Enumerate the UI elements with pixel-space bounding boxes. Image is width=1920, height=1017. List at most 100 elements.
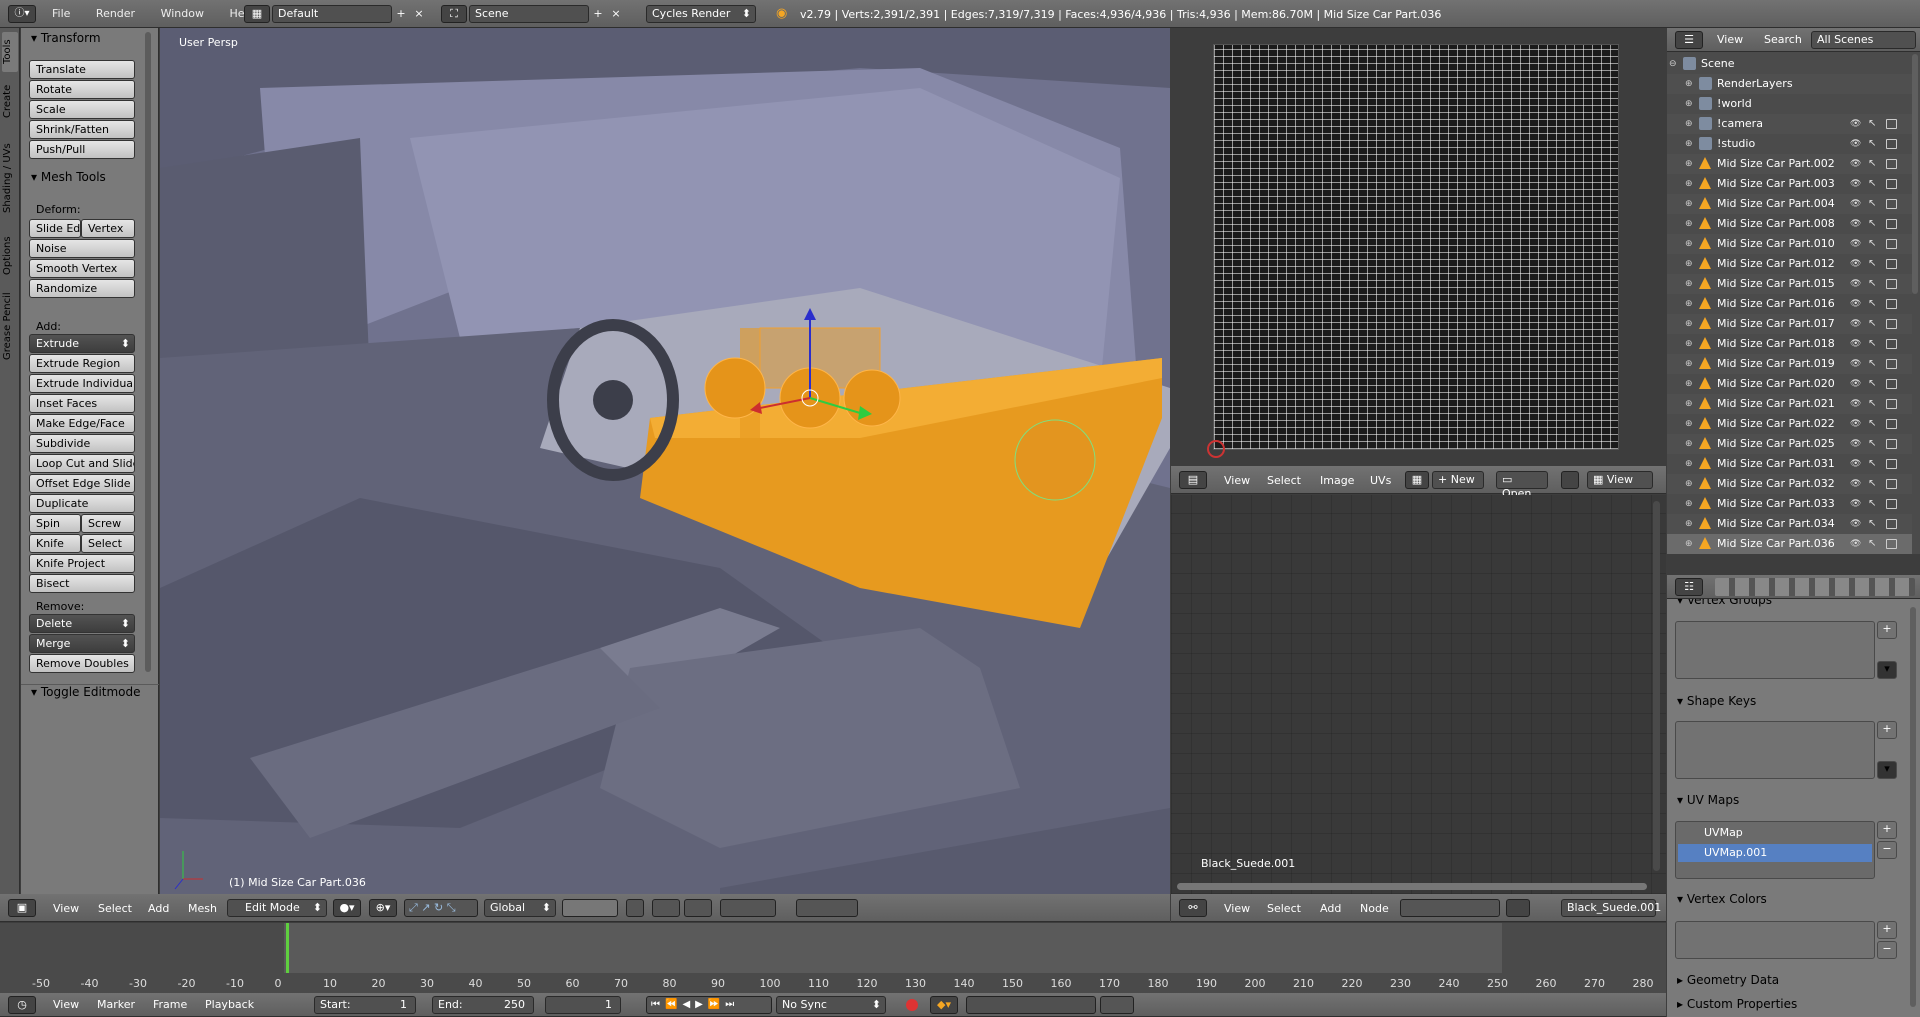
- renderability-camera-icon[interactable]: [1886, 359, 1897, 369]
- keying-set-icon[interactable]: ◆▾: [930, 996, 958, 1014]
- expand-icon[interactable]: ⊕: [1685, 334, 1693, 354]
- expand-icon[interactable]: ⊕: [1685, 434, 1693, 454]
- selectability-cursor-icon[interactable]: ↖: [1868, 234, 1876, 254]
- menu-render[interactable]: Render: [96, 7, 135, 20]
- expand-icon[interactable]: ⊖: [1669, 54, 1677, 74]
- select-mode-icons[interactable]: [562, 899, 618, 917]
- outliner-item[interactable]: ⊕ Mid Size Car Part.016 👁 ↖: [1667, 294, 1912, 314]
- playback-controls[interactable]: ⏮⏪◀▶⏩⏭: [646, 996, 772, 1014]
- expand-icon[interactable]: ⊕: [1685, 494, 1693, 514]
- expand-icon[interactable]: ⊕: [1685, 154, 1693, 174]
- visibility-eye-icon[interactable]: 👁: [1850, 494, 1861, 514]
- timeline-editor-type-icon[interactable]: ◷: [8, 996, 36, 1014]
- expand-icon[interactable]: ⊕: [1685, 454, 1693, 474]
- visibility-eye-icon[interactable]: 👁: [1850, 154, 1861, 174]
- layout-add-button[interactable]: +: [393, 5, 409, 23]
- layout-icon[interactable]: ▦: [244, 5, 270, 23]
- menu-window[interactable]: Window: [161, 7, 204, 20]
- uv-editor[interactable]: [1171, 28, 1666, 465]
- view3d-editor-type-icon[interactable]: ▣: [8, 899, 36, 917]
- end-frame-field[interactable]: End: 250: [432, 996, 534, 1014]
- properties-context-icons[interactable]: [1715, 578, 1915, 596]
- node-editor-vscrollbar[interactable]: [1653, 501, 1660, 871]
- expand-icon[interactable]: ⊕: [1685, 174, 1693, 194]
- visibility-eye-icon[interactable]: 👁: [1850, 394, 1861, 414]
- renderability-camera-icon[interactable]: [1886, 119, 1897, 129]
- material-browse-icon[interactable]: [1506, 899, 1530, 917]
- renderability-camera-icon[interactable]: [1886, 179, 1897, 189]
- orientation-select[interactable]: Global ⬍: [484, 899, 556, 917]
- timeline-playhead[interactable]: [286, 923, 289, 973]
- selectability-cursor-icon[interactable]: ↖: [1868, 514, 1876, 534]
- pivot-icon[interactable]: ⊕▾: [369, 899, 397, 917]
- uv-view-select[interactable]: ▦ View: [1587, 471, 1653, 489]
- pin-icon[interactable]: [1561, 471, 1579, 489]
- rotate-button[interactable]: Rotate: [29, 80, 135, 99]
- spin-button[interactable]: Spin: [29, 514, 81, 533]
- outliner-editor-type-icon[interactable]: ☰: [1675, 31, 1703, 49]
- manipulator-icons[interactable]: ⤢ ↗ ↻ ⤡: [404, 899, 478, 917]
- selectability-cursor-icon[interactable]: ↖: [1868, 474, 1876, 494]
- visibility-eye-icon[interactable]: 👁: [1850, 254, 1861, 274]
- open-image-button[interactable]: ▭ Open: [1496, 471, 1548, 500]
- new-image-button[interactable]: + New: [1432, 471, 1484, 489]
- scene-remove-button[interactable]: ×: [608, 5, 624, 23]
- image-browse-icon[interactable]: ▦: [1405, 471, 1429, 489]
- slide-vertex-button[interactable]: Vertex: [81, 219, 135, 238]
- selectability-cursor-icon[interactable]: ↖: [1868, 354, 1876, 374]
- outliner-item[interactable]: ⊕ Mid Size Car Part.031 👁 ↖: [1667, 454, 1912, 474]
- snap-icons[interactable]: [720, 899, 776, 917]
- occlude-icon[interactable]: [626, 899, 644, 917]
- renderability-camera-icon[interactable]: [1886, 399, 1897, 409]
- randomize-button[interactable]: Randomize: [29, 279, 135, 298]
- renderability-camera-icon[interactable]: [1886, 459, 1897, 469]
- outliner-scrollbar[interactable]: [1912, 54, 1918, 294]
- visibility-eye-icon[interactable]: 👁: [1850, 294, 1861, 314]
- delete-dropdown[interactable]: Delete ⬍: [29, 614, 135, 633]
- expand-icon[interactable]: ⊕: [1685, 514, 1693, 534]
- node-menu-node[interactable]: Node: [1360, 902, 1389, 915]
- shading-icon[interactable]: ●▾: [333, 899, 361, 917]
- slide-edge-button[interactable]: Slide Ed: [29, 219, 81, 238]
- expand-icon[interactable]: ⊕: [1685, 134, 1693, 154]
- noise-button[interactable]: Noise: [29, 239, 135, 258]
- offset-edge-slide-button[interactable]: Offset Edge Slide: [29, 474, 135, 493]
- view3d-menu-mesh[interactable]: Mesh: [188, 902, 217, 915]
- visibility-eye-icon[interactable]: 👁: [1850, 134, 1861, 154]
- expand-icon[interactable]: ⊕: [1685, 74, 1693, 94]
- expand-icon[interactable]: ⊕: [1685, 314, 1693, 334]
- shape-keys-list[interactable]: [1675, 721, 1875, 779]
- uv-menu-image[interactable]: Image: [1320, 474, 1354, 487]
- view3d-menu-select[interactable]: Select: [98, 902, 132, 915]
- knife-button[interactable]: Knife: [29, 534, 81, 553]
- selectability-cursor-icon[interactable]: ↖: [1868, 414, 1876, 434]
- expand-icon[interactable]: ⊕: [1685, 254, 1693, 274]
- expand-icon[interactable]: ⊕: [1685, 354, 1693, 374]
- timeline[interactable]: -50 -40 -30 -20 -10 0 10 20 30 40 50 60 70 80 90 100 110…: [0, 923, 1666, 993]
- smooth-vertex-button[interactable]: Smooth Vertex: [29, 259, 135, 278]
- outliner-item[interactable]: ⊕ Mid Size Car Part.003 👁 ↖: [1667, 174, 1912, 194]
- visibility-eye-icon[interactable]: 👁: [1850, 214, 1861, 234]
- mesh-tools-panel-header[interactable]: ▾ Mesh Tools: [31, 170, 106, 184]
- tab-tools[interactable]: Tools: [2, 32, 18, 72]
- outliner-item[interactable]: ⊕ !studio 👁 ↖: [1667, 134, 1912, 154]
- duplicate-button[interactable]: Duplicate: [29, 494, 135, 513]
- uv-menu-select[interactable]: Select: [1267, 474, 1301, 487]
- visibility-eye-icon[interactable]: 👁: [1850, 374, 1861, 394]
- outliner-item[interactable]: ⊕ Mid Size Car Part.033 👁 ↖: [1667, 494, 1912, 514]
- scene-field[interactable]: Scene: [469, 5, 589, 23]
- renderability-camera-icon[interactable]: [1886, 279, 1897, 289]
- node-menu-view[interactable]: View: [1224, 902, 1250, 915]
- visibility-eye-icon[interactable]: 👁: [1850, 194, 1861, 214]
- outliner-item[interactable]: ⊕ Mid Size Car Part.012 👁 ↖: [1667, 254, 1912, 274]
- outliner-item[interactable]: ⊕ Mid Size Car Part.015 👁 ↖: [1667, 274, 1912, 294]
- uv-editor-type-icon[interactable]: ▤: [1179, 471, 1207, 489]
- visibility-eye-icon[interactable]: 👁: [1850, 174, 1861, 194]
- uvmap-001-row[interactable]: UVMap.001: [1678, 844, 1872, 862]
- timeline-menu-view[interactable]: View: [53, 998, 79, 1011]
- visibility-eye-icon[interactable]: 👁: [1850, 274, 1861, 294]
- selectability-cursor-icon[interactable]: ↖: [1868, 114, 1876, 134]
- vertex-color-remove-button[interactable]: −: [1877, 941, 1897, 959]
- expand-icon[interactable]: ⊕: [1685, 114, 1693, 134]
- uv-map-add-button[interactable]: +: [1877, 821, 1897, 839]
